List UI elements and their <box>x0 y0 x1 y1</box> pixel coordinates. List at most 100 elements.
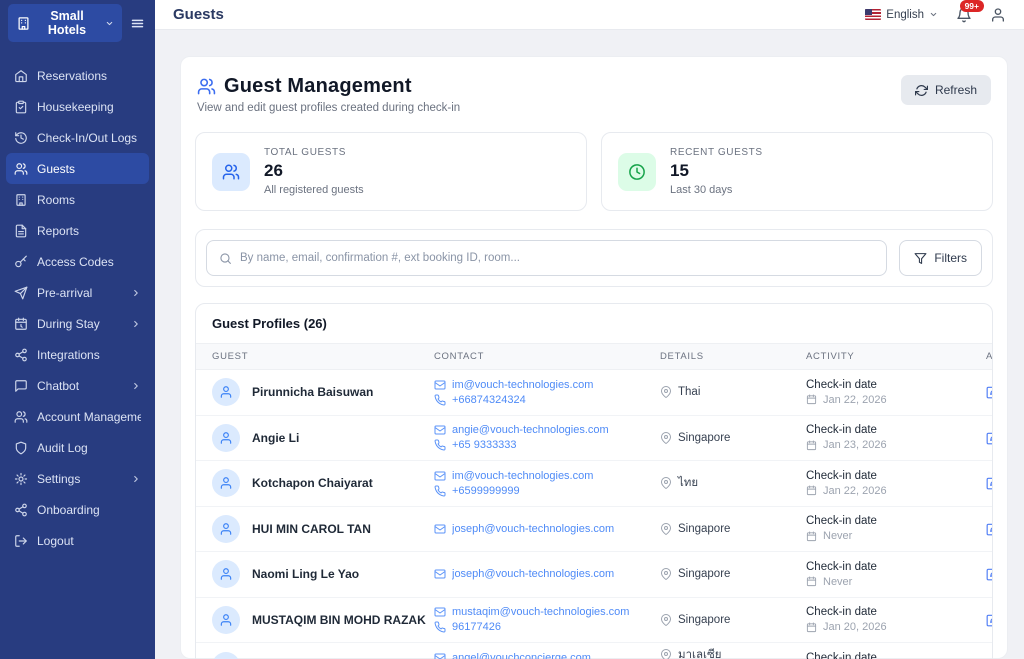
search-icon <box>219 252 232 265</box>
edit-icon <box>986 385 993 399</box>
menu-icon <box>130 16 145 31</box>
edit-icon <box>986 613 993 627</box>
sidebar-item-settings[interactable]: Settings <box>6 463 149 494</box>
sidebar-item-rooms[interactable]: Rooms <box>6 184 149 215</box>
guest-email-link[interactable]: im@vouch-technologies.com <box>434 379 660 391</box>
home-icon <box>14 69 28 83</box>
sidebar-item-reports[interactable]: Reports <box>6 215 149 246</box>
calendar-icon <box>806 622 817 633</box>
user-icon <box>990 7 1006 23</box>
checkin-date: Jan 23, 2026 <box>806 439 986 451</box>
sidebar-item-logout[interactable]: Logout <box>6 525 149 556</box>
checkin-date: Jan 22, 2026 <box>806 394 986 406</box>
guest-location: มาเลเซีย <box>660 646 806 659</box>
calendar-icon <box>806 440 817 451</box>
share-icon <box>14 348 28 362</box>
hotel-icon <box>16 16 31 31</box>
table-row: Angel Tey angel@vouchconcierge.com +6599… <box>196 643 992 659</box>
map-pin-icon <box>660 568 672 580</box>
mail-icon <box>434 606 446 618</box>
section-title: Guest Management <box>224 75 412 98</box>
user-icon <box>219 522 233 536</box>
sidebar-item-checkinout-logs[interactable]: Check-In/Out Logs <box>6 122 149 153</box>
stat-value: 15 <box>670 161 763 181</box>
share-icon <box>14 503 28 517</box>
mail-icon <box>434 523 446 535</box>
language-selector[interactable]: English <box>865 9 938 21</box>
file-icon <box>14 224 28 238</box>
guest-phone-link[interactable]: +6599999999 <box>434 485 660 497</box>
calendar-icon <box>806 394 817 405</box>
table-row: MUSTAQIM BIN MOHD RAZAK mustaqim@vouch-t… <box>196 598 992 644</box>
gear-icon <box>14 472 28 486</box>
edit-guest-button[interactable] <box>986 522 993 536</box>
sidebar-item-audit-log[interactable]: Audit Log <box>6 432 149 463</box>
sidebar-item-reservations[interactable]: Reservations <box>6 60 149 91</box>
search-input[interactable] <box>240 252 874 264</box>
guest-phone-link[interactable]: +65 9333333 <box>434 439 660 451</box>
sidebar-item-housekeeping[interactable]: Housekeeping <box>6 91 149 122</box>
guest-phone-link[interactable]: 96177426 <box>434 621 660 633</box>
guest-email-link[interactable]: joseph@vouch-technologies.com <box>434 523 660 535</box>
edit-icon <box>986 522 993 536</box>
users-icon <box>14 410 28 424</box>
edit-icon <box>986 431 993 445</box>
guest-name: Pirunnicha Baisuwan <box>252 385 373 399</box>
sidebar-item-account-management[interactable]: Account Management <box>6 401 149 432</box>
guest-location: Singapore <box>660 523 806 535</box>
stat-label: RECENT GUESTS <box>670 147 763 158</box>
phone-icon <box>434 394 446 406</box>
table-title: Guest Profiles (26) <box>196 304 992 343</box>
sidebar-toggle-button[interactable] <box>128 14 147 33</box>
edit-guest-button[interactable] <box>986 613 993 627</box>
sidebar-item-guests[interactable]: Guests <box>6 153 149 184</box>
user-menu-button[interactable] <box>990 7 1006 23</box>
guest-location: Singapore <box>660 432 806 444</box>
refresh-button[interactable]: Refresh <box>901 75 991 105</box>
map-pin-icon <box>660 523 672 535</box>
top-bar: Guests English 99+ <box>155 0 1024 30</box>
content-area: Guest Management View and edit guest pro… <box>155 30 1024 659</box>
guest-email-link[interactable]: mustaqim@vouch-technologies.com <box>434 606 660 618</box>
avatar <box>212 378 240 406</box>
edit-guest-button[interactable] <box>986 476 993 490</box>
guest-email-link[interactable]: angel@vouchconcierge.com <box>434 652 660 659</box>
search-toolbar: Filters <box>195 229 993 287</box>
brand-selector[interactable]: Small Hotels <box>8 4 122 42</box>
sidebar-item-pre-arrival[interactable]: Pre-arrival <box>6 277 149 308</box>
chevron-right-icon <box>131 381 141 391</box>
table-row: HUI MIN CAROL TAN joseph@vouch-technolog… <box>196 507 992 553</box>
user-icon <box>219 567 233 581</box>
sidebar-item-access-codes[interactable]: Access Codes <box>6 246 149 277</box>
guest-email-link[interactable]: joseph@vouch-technologies.com <box>434 568 660 580</box>
edit-guest-button[interactable] <box>986 567 993 581</box>
chevron-right-icon <box>131 288 141 298</box>
guest-location: Singapore <box>660 614 806 626</box>
sidebar-nav: Reservations Housekeeping Check-In/Out L… <box>0 60 155 556</box>
edit-guest-button[interactable] <box>986 385 993 399</box>
map-pin-icon <box>660 614 672 626</box>
guest-phone-link[interactable]: +66874324324 <box>434 394 660 406</box>
sidebar-item-during-stay[interactable]: During Stay <box>6 308 149 339</box>
stat-label: TOTAL GUESTS <box>264 147 364 158</box>
refresh-icon <box>915 84 928 97</box>
sidebar-item-chatbot[interactable]: Chatbot <box>6 370 149 401</box>
user-icon <box>219 476 233 490</box>
phone-icon <box>434 621 446 633</box>
sidebar-item-onboarding[interactable]: Onboarding <box>6 494 149 525</box>
sidebar-item-integrations[interactable]: Integrations <box>6 339 149 370</box>
table-row: Pirunnicha Baisuwan im@vouch-technologie… <box>196 370 992 416</box>
filters-button[interactable]: Filters <box>899 240 982 276</box>
notifications-button[interactable]: 99+ <box>956 7 972 23</box>
guest-email-link[interactable]: angie@vouch-technologies.com <box>434 424 660 436</box>
guest-name: MUSTAQIM BIN MOHD RAZAK <box>252 613 426 627</box>
guest-name: Kotchapon Chaiyarat <box>252 476 373 490</box>
users-icon <box>197 77 216 96</box>
mail-icon <box>434 424 446 436</box>
edit-guest-button[interactable] <box>986 431 993 445</box>
guest-email-link[interactable]: im@vouch-technologies.com <box>434 470 660 482</box>
guest-management-panel: Guest Management View and edit guest pro… <box>180 56 1008 659</box>
logout-icon <box>14 534 28 548</box>
guest-location: Thai <box>660 386 806 398</box>
send-icon <box>14 286 28 300</box>
